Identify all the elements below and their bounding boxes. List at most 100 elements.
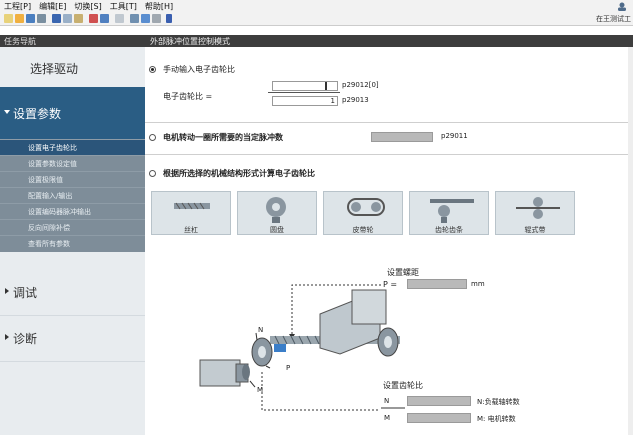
gear-n-symbol: N bbox=[384, 397, 390, 405]
scrollbar[interactable] bbox=[628, 47, 633, 435]
paste-icon[interactable] bbox=[74, 14, 83, 23]
motor-pulse-radio[interactable] bbox=[149, 134, 156, 141]
header-bar: 任务导航 外部脉冲位置控制模式 bbox=[0, 35, 633, 47]
mech-ballscrew-button[interactable]: 丝杠 bbox=[151, 191, 231, 235]
ratio-label: 电子齿轮比 = bbox=[163, 92, 213, 101]
sidebar-sub-label: 反向间隙补偿 bbox=[28, 224, 70, 232]
online-icon[interactable] bbox=[89, 14, 98, 23]
help-icon[interactable] bbox=[166, 14, 172, 23]
gear-m-input[interactable] bbox=[407, 413, 471, 423]
sidebar: 选择驱动 设置参数 设置电子齿轮比 设置参数设定值 设置极限值 配置输入/输出 … bbox=[0, 47, 145, 435]
gear-n-input[interactable] bbox=[407, 396, 471, 406]
motor-pulse-label: 电机转动一圈所需要的当定脉冲数 bbox=[163, 133, 283, 142]
gear-m-desc: M: 电机转数 bbox=[477, 415, 516, 423]
chevron-right-icon bbox=[5, 334, 9, 340]
numerator-input[interactable] bbox=[272, 81, 338, 91]
motor-pulse-field[interactable] bbox=[371, 132, 433, 142]
mech-label: 丝杠 bbox=[184, 226, 198, 234]
sidebar-sub-io[interactable]: 配置输入/输出 bbox=[0, 187, 145, 203]
manual-radio[interactable] bbox=[149, 66, 156, 73]
denominator-param: p29013 bbox=[342, 96, 369, 104]
pitch-input[interactable] bbox=[407, 279, 467, 289]
save-icon[interactable] bbox=[26, 14, 35, 23]
pitch-title: 设置螺距 bbox=[387, 268, 419, 277]
sidebar-sub-encoder[interactable]: 设置编码器脉冲输出 bbox=[0, 203, 145, 219]
sidebar-sub-gear-ratio[interactable]: 设置电子齿轮比 bbox=[0, 139, 145, 155]
belt-pulley-icon bbox=[347, 198, 385, 216]
mech-label: 辊式带 bbox=[524, 226, 546, 234]
manual-option-label: 手动输入电子齿轮比 bbox=[163, 65, 235, 74]
menu-bar: 工程[P] 编辑[E] 切换[S] 工具[T] 帮助[H] bbox=[0, 0, 633, 12]
mech-belt-pulley-button[interactable]: 皮带轮 bbox=[323, 191, 403, 235]
mech-rotary-table-button[interactable]: 圆盘 bbox=[237, 191, 317, 235]
user-label[interactable]: 在王测试工 bbox=[596, 14, 631, 24]
cut-icon[interactable] bbox=[52, 14, 61, 23]
sidebar-item-diagnostics[interactable]: 诊断 bbox=[0, 315, 145, 362]
chevron-down-icon bbox=[4, 110, 10, 114]
gear-n-desc: N:负载轴转数 bbox=[477, 398, 520, 406]
sidebar-sub-backlash[interactable]: 反向间隙补偿 bbox=[0, 219, 145, 235]
gear-m-symbol: M bbox=[384, 414, 391, 422]
main-panel bbox=[145, 47, 628, 435]
sidebar-section-parameters[interactable]: 设置参数 bbox=[0, 87, 145, 139]
diagram-label-n: N bbox=[258, 326, 264, 334]
monitor-icon[interactable] bbox=[152, 14, 161, 23]
diagram-label-m: M bbox=[257, 386, 264, 394]
sidebar-section-label: 设置参数 bbox=[13, 107, 62, 121]
menu-tools[interactable]: 工具[T] bbox=[110, 1, 137, 12]
sidebar-sub-label: 设置编码器脉冲输出 bbox=[28, 208, 91, 216]
sidebar-item-label: 诊断 bbox=[13, 332, 38, 346]
sidebar-item-select-drive[interactable]: 选择驱动 bbox=[0, 47, 145, 88]
copy-icon[interactable] bbox=[63, 14, 72, 23]
mech-roller-belt-button[interactable]: 辊式带 bbox=[495, 191, 575, 235]
denominator-input[interactable]: 1 bbox=[272, 96, 338, 106]
mech-label: 圆盘 bbox=[270, 226, 284, 234]
motor-pulse-param: p29011 bbox=[441, 132, 468, 140]
toolbar bbox=[0, 12, 633, 26]
sidebar-sub-limits[interactable]: 设置极限值 bbox=[0, 171, 145, 187]
calc-radio[interactable] bbox=[149, 170, 156, 177]
mech-label: 皮带轮 bbox=[352, 226, 374, 234]
new-icon[interactable] bbox=[4, 14, 13, 23]
nav-title: 任务导航 bbox=[4, 37, 36, 46]
print-icon[interactable] bbox=[37, 14, 46, 23]
sidebar-sub-label: 配置输入/输出 bbox=[28, 192, 73, 200]
rotary-table-icon bbox=[266, 197, 286, 223]
chevron-right-icon bbox=[5, 288, 9, 294]
sidebar-sub-label: 设置参数设定值 bbox=[28, 160, 77, 168]
sidebar-sub-setpoint[interactable]: 设置参数设定值 bbox=[0, 155, 145, 171]
sidebar-item-label: 选择驱动 bbox=[30, 62, 79, 76]
sidebar-sub-label: 查看所有参数 bbox=[28, 240, 70, 248]
sidebar-item-label: 调试 bbox=[13, 286, 38, 300]
numerator-param: p29012[0] bbox=[342, 81, 379, 89]
text-cursor bbox=[325, 82, 327, 90]
menu-switch[interactable]: 切换[S] bbox=[74, 1, 101, 12]
sidebar-sub-label: 设置极限值 bbox=[28, 176, 63, 184]
page-title: 外部脉冲位置控制模式 bbox=[150, 37, 230, 46]
pitch-unit: mm bbox=[471, 280, 485, 288]
pitch-equation: P = bbox=[383, 280, 398, 289]
divider bbox=[145, 154, 628, 155]
sidebar-sub-all-params[interactable]: 查看所有参数 bbox=[0, 235, 145, 252]
calc-option-label: 根据所选择的机械结构形式计算电子齿轮比 bbox=[163, 169, 315, 178]
gear-title: 设置齿轮比 bbox=[383, 381, 423, 390]
menu-project[interactable]: 工程[P] bbox=[4, 1, 31, 12]
window-icon[interactable] bbox=[141, 14, 150, 23]
sidebar-sub-label: 设置电子齿轮比 bbox=[28, 144, 77, 152]
device-icon[interactable] bbox=[115, 14, 124, 23]
mech-rack-pinion-button[interactable]: 齿轮齿条 bbox=[409, 191, 489, 235]
open-icon[interactable] bbox=[15, 14, 24, 23]
menu-edit[interactable]: 编辑[E] bbox=[39, 1, 66, 12]
divider bbox=[145, 122, 628, 123]
roller-belt-icon bbox=[516, 197, 560, 219]
diagram-label-p: P bbox=[286, 364, 291, 372]
ballscrew-icon bbox=[174, 202, 210, 210]
offline-icon[interactable] bbox=[100, 14, 109, 23]
menu-help[interactable]: 帮助[H] bbox=[145, 1, 173, 12]
table-icon[interactable] bbox=[130, 14, 139, 23]
rack-pinion-icon bbox=[430, 199, 474, 223]
sidebar-item-commissioning[interactable]: 调试 bbox=[0, 269, 145, 316]
user-icon bbox=[618, 2, 626, 11]
mech-label: 齿轮齿条 bbox=[435, 226, 463, 234]
fraction-line bbox=[268, 92, 340, 93]
